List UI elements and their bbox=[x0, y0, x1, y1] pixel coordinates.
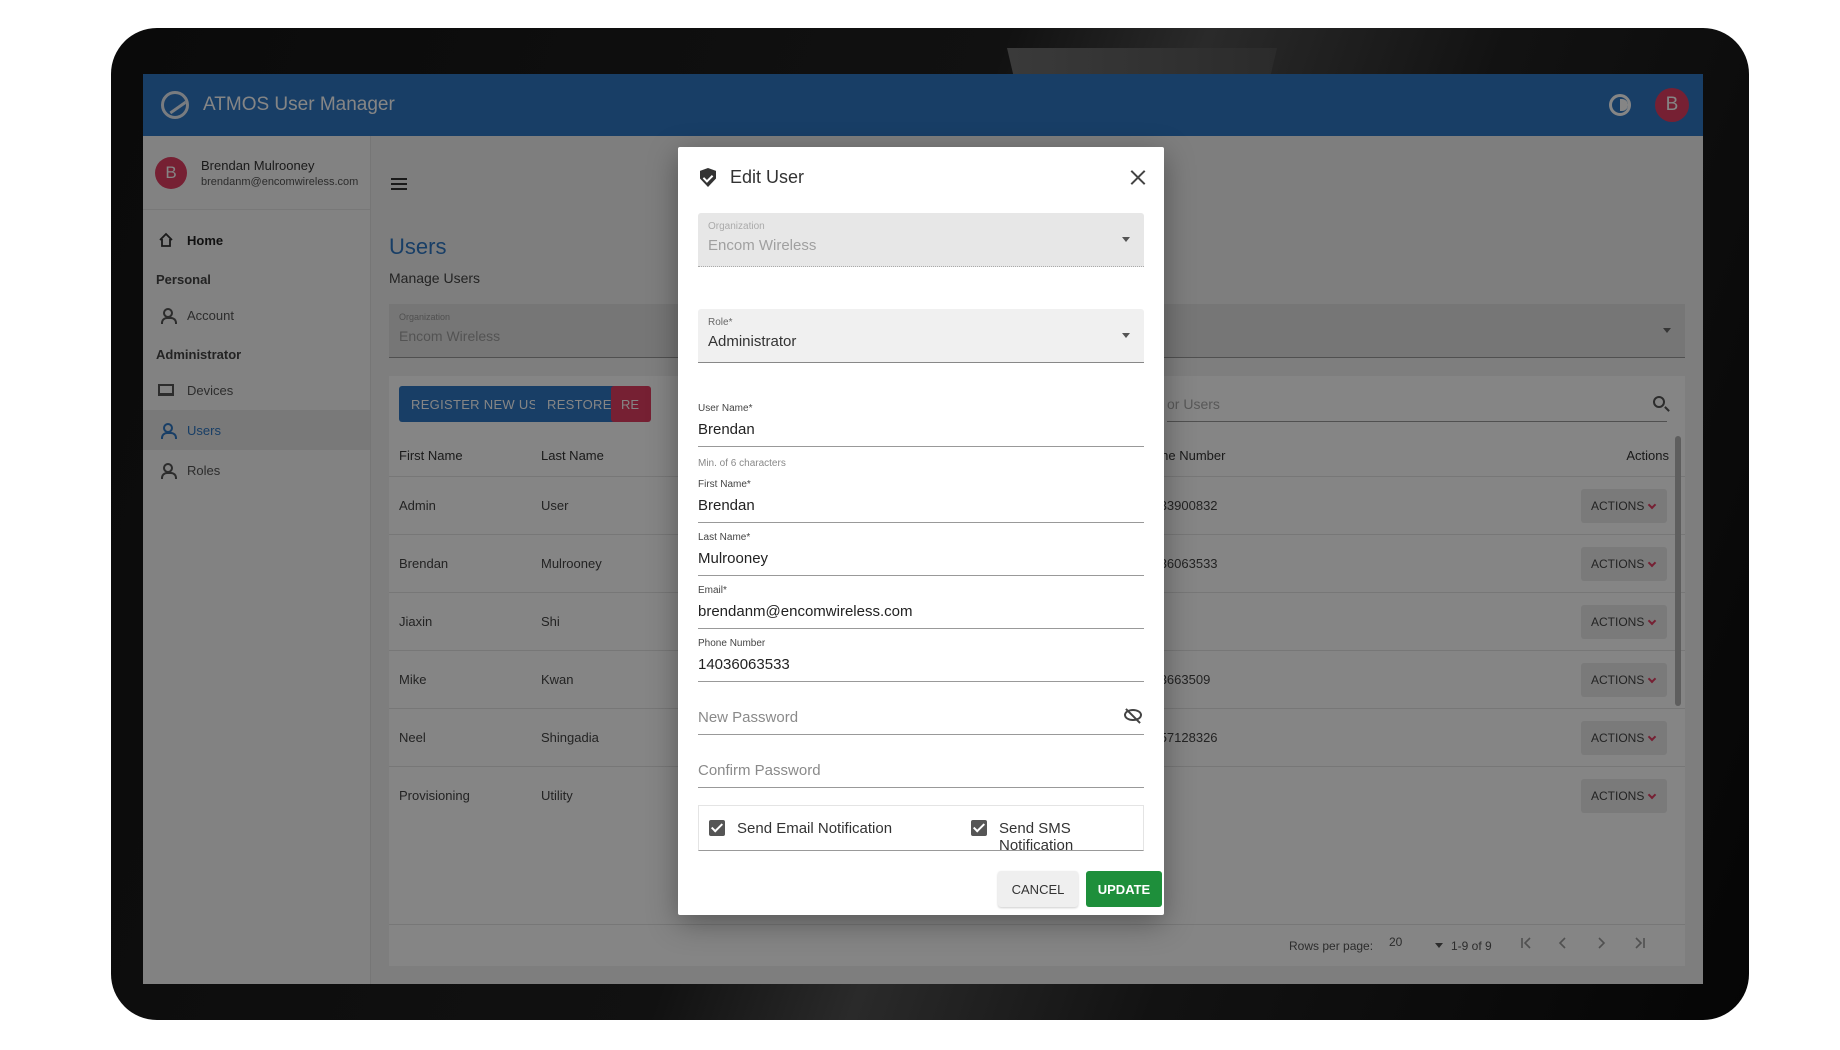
app-screen: ATMOS User Manager B B Brendan Mulrooney… bbox=[143, 74, 1703, 984]
field-value[interactable]: Brendan bbox=[698, 421, 755, 438]
field-label: Organization bbox=[708, 221, 765, 232]
user-name-field[interactable]: User Name* Brendan bbox=[698, 403, 1144, 447]
first-name-field[interactable]: First Name* Brendan bbox=[698, 479, 1144, 523]
field-label: Email* bbox=[698, 585, 727, 596]
edit-user-dialog: Edit User Organization Encom Wireless Ro… bbox=[678, 147, 1164, 915]
field-value[interactable]: Brendan bbox=[698, 497, 755, 514]
field-placeholder[interactable]: Confirm Password bbox=[698, 762, 821, 779]
notification-options: Send Email Notification Send SMS Notific… bbox=[698, 805, 1144, 854]
dialog-title: Edit User bbox=[730, 167, 805, 187]
send-email-label[interactable]: Send Email Notification bbox=[737, 820, 892, 837]
organization-select: Organization Encom Wireless bbox=[698, 213, 1144, 267]
field-label: User Name* bbox=[698, 403, 753, 414]
new-password-field[interactable]: New Password bbox=[698, 691, 1144, 735]
send-email-checkbox[interactable] bbox=[709, 820, 725, 836]
visibility-off-icon[interactable] bbox=[1124, 709, 1142, 721]
field-label: Phone Number bbox=[698, 638, 766, 649]
shield-check-icon bbox=[700, 168, 716, 187]
dropdown-arrow-icon bbox=[1122, 237, 1130, 242]
field-label: First Name* bbox=[698, 479, 751, 490]
role-select[interactable]: Role* Administrator bbox=[698, 309, 1144, 363]
confirm-password-field[interactable]: Confirm Password bbox=[698, 744, 1144, 788]
last-name-field[interactable]: Last Name* Mulrooney bbox=[698, 532, 1144, 576]
update-button[interactable]: UPDATE bbox=[1086, 871, 1162, 907]
user-name-helper-text: Min. of 6 characters bbox=[698, 458, 786, 469]
field-value: Administrator bbox=[708, 333, 797, 350]
field-value[interactable]: 14036063533 bbox=[698, 656, 790, 673]
field-value: Encom Wireless bbox=[708, 237, 817, 254]
field-label: Last Name* bbox=[698, 532, 751, 543]
close-icon[interactable] bbox=[1130, 169, 1146, 185]
dialog-header: Edit User bbox=[700, 167, 804, 188]
field-placeholder[interactable]: New Password bbox=[698, 709, 798, 726]
cancel-button[interactable]: CANCEL bbox=[998, 871, 1078, 907]
phone-number-field[interactable]: Phone Number 14036063533 bbox=[698, 638, 1144, 682]
send-sms-label[interactable]: Send SMS Notification bbox=[999, 820, 1143, 854]
field-value[interactable]: brendanm@encomwireless.com bbox=[698, 603, 912, 620]
field-value[interactable]: Mulrooney bbox=[698, 550, 768, 567]
email-field[interactable]: Email* brendanm@encomwireless.com bbox=[698, 585, 1144, 629]
send-sms-checkbox[interactable] bbox=[971, 820, 987, 836]
dropdown-arrow-icon bbox=[1122, 333, 1130, 338]
field-label: Role* bbox=[708, 317, 733, 328]
